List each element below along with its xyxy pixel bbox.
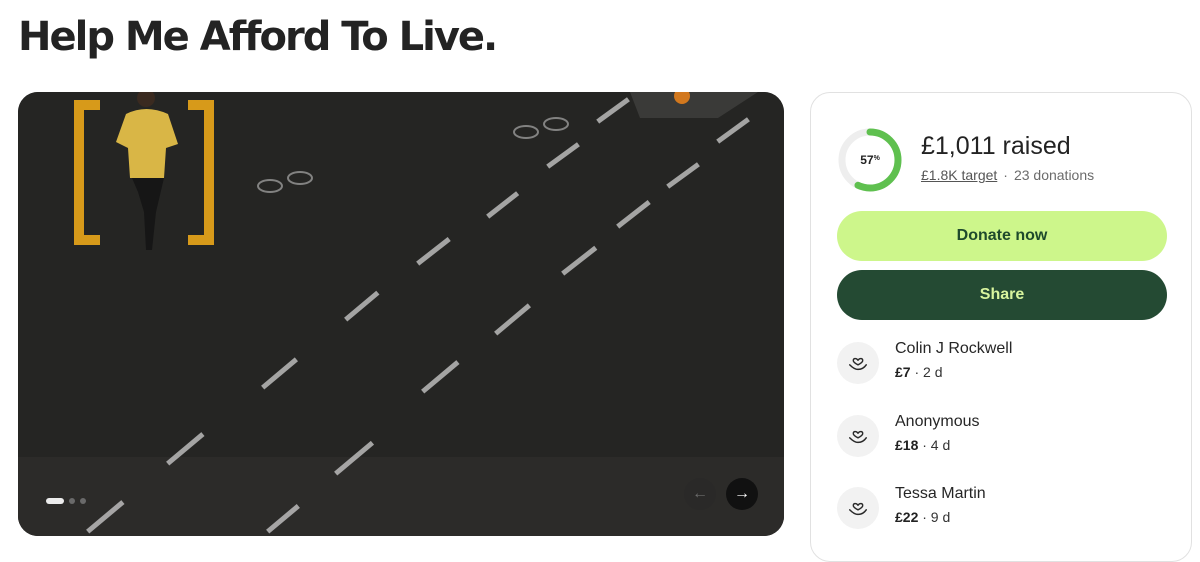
progress-percent: 57% xyxy=(860,153,880,167)
donation-count: 23 donations xyxy=(1013,167,1095,183)
carousel-dot[interactable] xyxy=(46,498,64,504)
heart-hand-icon xyxy=(837,342,879,384)
arrow-left-icon: ← xyxy=(692,485,708,502)
donation-details: £7 · 2 d xyxy=(895,364,942,380)
donor-name: Tessa Martin xyxy=(895,485,986,502)
carousel-prev-button[interactable]: ← xyxy=(684,478,716,510)
donation-time: · 9 d xyxy=(922,509,951,525)
donation-details: £22 · 9 d xyxy=(895,509,950,525)
target-link[interactable]: £1.8K target xyxy=(921,167,997,183)
donor-name: Colin J Rockwell xyxy=(895,340,1013,357)
donor-name: Anonymous xyxy=(895,413,980,430)
carousel-dot[interactable] xyxy=(80,498,86,504)
amount-raised: £1,011 raised xyxy=(921,132,1071,160)
donation-time: · 2 d xyxy=(914,364,943,380)
hero-photo xyxy=(18,92,784,536)
donation-details: £18 · 4 d xyxy=(895,437,950,453)
arrow-right-icon: → xyxy=(734,485,750,502)
donation-amount: £22 xyxy=(895,509,919,525)
donation-amount: £18 xyxy=(895,437,919,453)
heart-hand-icon xyxy=(837,487,879,529)
heart-hand-icon xyxy=(837,415,879,457)
page-title: Help Me Afford To Live. xyxy=(18,14,498,60)
donation-card: 57% £1,011 raised £1.8K target · 23 donati… xyxy=(810,92,1192,562)
donation-amount: £7 xyxy=(895,364,911,380)
carousel-next-button[interactable]: → xyxy=(726,478,758,510)
carousel-dot[interactable] xyxy=(69,498,75,504)
meta-separator: · xyxy=(1003,167,1008,183)
carousel-dots xyxy=(46,498,86,504)
fundraiser-meta: £1.8K target · 23 donations xyxy=(921,167,1094,183)
share-button[interactable]: Share xyxy=(837,270,1167,320)
donate-now-button[interactable]: Donate now xyxy=(837,211,1167,261)
donation-time: · 4 d xyxy=(922,437,951,453)
photo-carousel[interactable]: ← → xyxy=(18,92,784,536)
